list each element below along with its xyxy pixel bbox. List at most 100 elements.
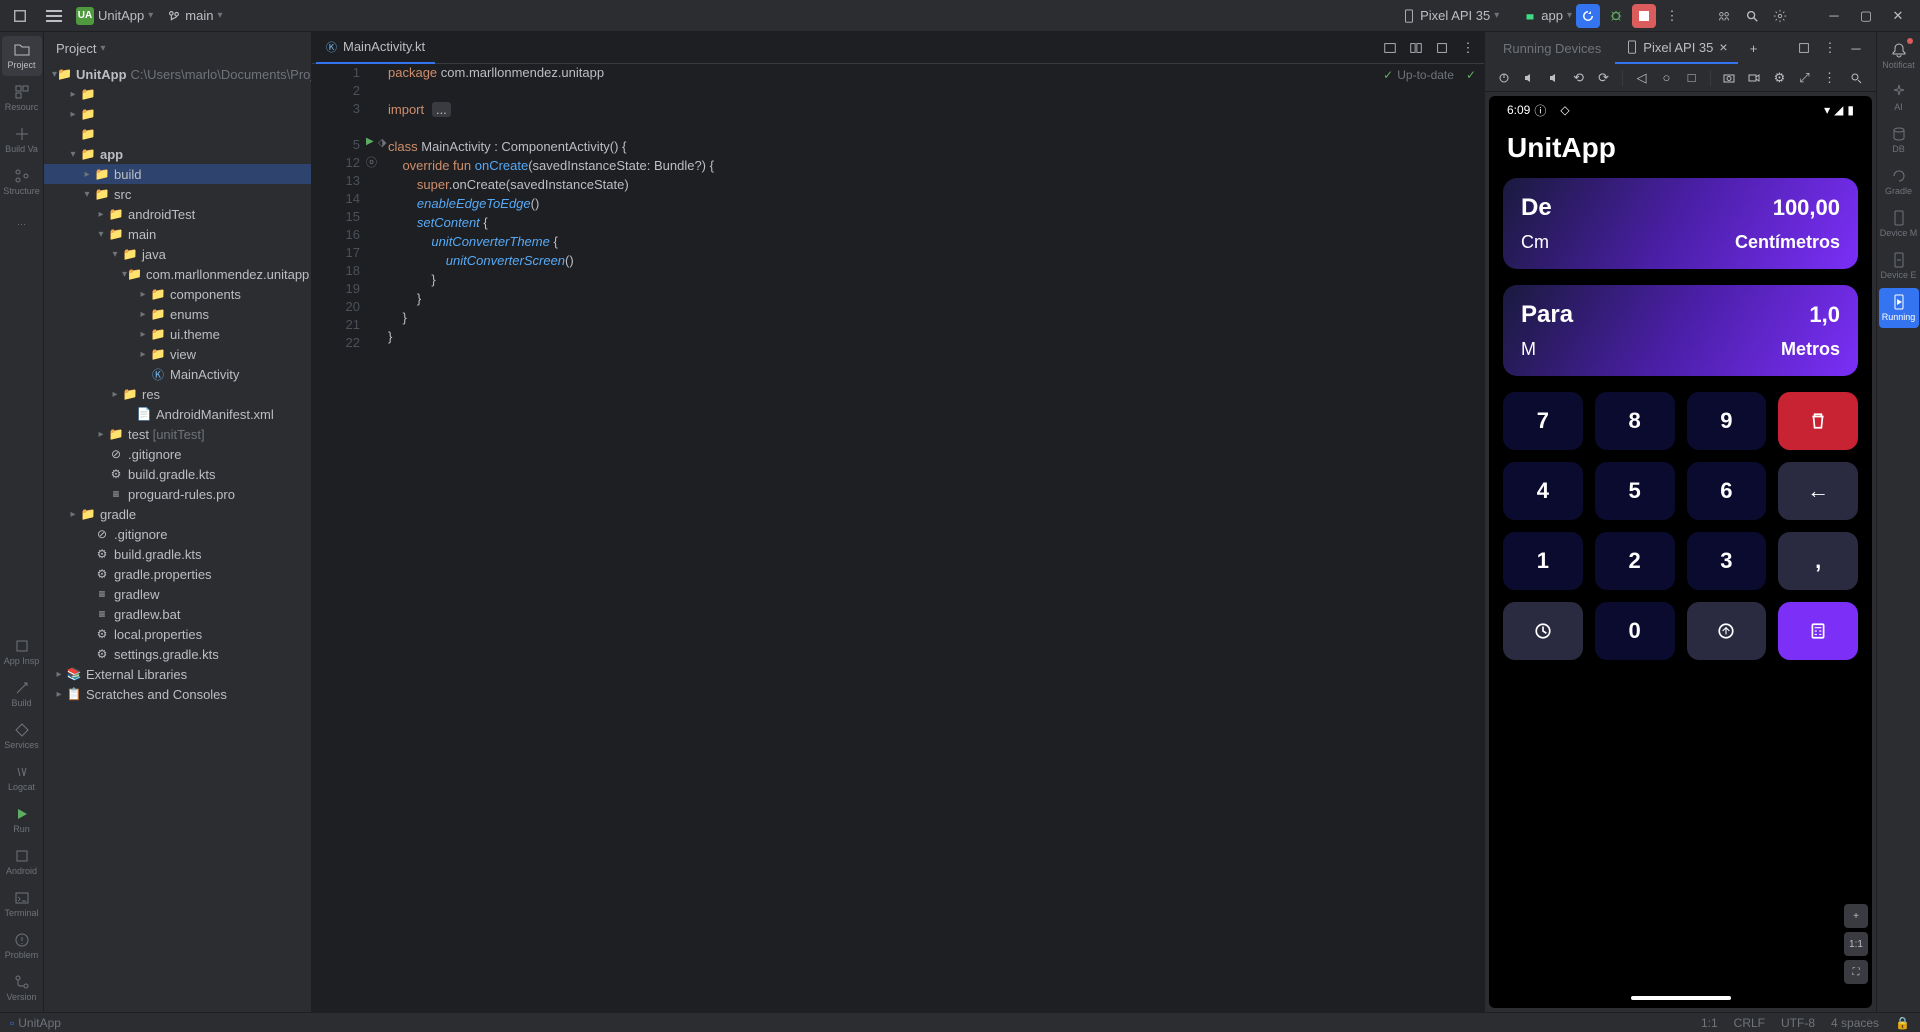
run-button[interactable]: [1576, 4, 1600, 28]
tree-item[interactable]: ⊘.gitignore: [44, 444, 311, 464]
window-mode-button[interactable]: [1792, 36, 1816, 60]
more-tools-button[interactable]: ⋯: [2, 204, 42, 244]
close-button[interactable]: ✕: [1884, 6, 1912, 26]
key-delete[interactable]: [1778, 392, 1858, 450]
zoom-in-button[interactable]: +: [1844, 904, 1868, 928]
app-inspection-button[interactable]: App Insp: [2, 632, 42, 672]
device-screen[interactable]: 6:09 ⓘ ◇ ▾ ◢ ▮ UnitApp De 100,00 Cm Cent…: [1489, 96, 1872, 1008]
screenshot-button[interactable]: [1719, 66, 1740, 90]
running-devices-button[interactable]: Running: [1879, 288, 1919, 328]
gutter-run-icon[interactable]: ▶: [366, 136, 374, 147]
device-explorer-button[interactable]: Device E: [1879, 246, 1919, 286]
code-content[interactable]: package com.marllonmendez.unitapp import…: [368, 64, 1484, 1012]
gesture-bar[interactable]: [1631, 996, 1731, 1000]
from-card[interactable]: De 100,00 Cm Centímetros: [1503, 178, 1858, 269]
tree-item[interactable]: ⚙build.gradle.kts: [44, 544, 311, 564]
tree-item[interactable]: ▸📁androidTest: [44, 204, 311, 224]
problems-button[interactable]: Problem: [2, 926, 42, 966]
key-history[interactable]: [1503, 602, 1583, 660]
record-button[interactable]: [1744, 66, 1765, 90]
tree-item-mainactivity[interactable]: ⓀMainActivity: [44, 364, 311, 384]
power-button[interactable]: [1493, 66, 1514, 90]
key-2[interactable]: 2: [1595, 532, 1675, 590]
notifications-button[interactable]: Notificat: [1879, 36, 1919, 76]
device-selector[interactable]: Pixel API 35 ▾: [1402, 8, 1499, 23]
hamburger-menu-icon[interactable]: [46, 10, 62, 22]
key-4[interactable]: 4: [1503, 462, 1583, 520]
tree-item[interactable]: ▸📁: [44, 84, 311, 104]
key-0[interactable]: 0: [1595, 602, 1675, 660]
settings-button[interactable]: [1768, 4, 1792, 28]
cursor-position[interactable]: 1:1: [1701, 1016, 1718, 1030]
key-1[interactable]: 1: [1503, 532, 1583, 590]
more-actions-button[interactable]: ⋮: [1660, 4, 1684, 28]
search-button[interactable]: [1740, 4, 1764, 28]
rotate-right-button[interactable]: ⟳: [1593, 66, 1614, 90]
ai-assistant-button[interactable]: AI: [1879, 78, 1919, 118]
key-3[interactable]: 3: [1687, 532, 1767, 590]
key-7[interactable]: 7: [1503, 392, 1583, 450]
key-comma[interactable]: ,: [1778, 532, 1858, 590]
device-search-button[interactable]: [1844, 66, 1868, 90]
zoom-11-button[interactable]: 1:1: [1844, 932, 1868, 956]
fold-button[interactable]: ⤢: [1794, 66, 1815, 90]
tree-item[interactable]: ⊘.gitignore: [44, 524, 311, 544]
tree-item[interactable]: 📁: [44, 124, 311, 144]
tree-item[interactable]: ⚙gradle.properties: [44, 564, 311, 584]
stop-button[interactable]: [1632, 4, 1656, 28]
indent-setting[interactable]: 4 spaces: [1831, 1016, 1879, 1030]
tree-item[interactable]: ▾📁src: [44, 184, 311, 204]
tree-item[interactable]: ▾📁java: [44, 244, 311, 264]
project-selector[interactable]: UA UnitApp ▾: [76, 7, 153, 25]
tree-item-build[interactable]: ▸📁build: [44, 164, 311, 184]
tree-item[interactable]: ▸📚External Libraries: [44, 664, 311, 684]
device-settings-button[interactable]: ⚙: [1769, 66, 1790, 90]
gradle-button[interactable]: Gradle: [1879, 162, 1919, 202]
to-card[interactable]: Para 1,0 M Metros: [1503, 285, 1858, 376]
volume-up-button[interactable]: [1518, 66, 1539, 90]
main-menu-icon[interactable]: [8, 4, 32, 28]
devices-more-button[interactable]: ⋮: [1818, 36, 1842, 60]
tree-item[interactable]: ▸📁components: [44, 284, 311, 304]
run-config-selector[interactable]: app ▾: [1523, 8, 1572, 23]
resource-manager-button[interactable]: Resourc: [2, 78, 42, 118]
debug-button[interactable]: [1604, 4, 1628, 28]
tree-item[interactable]: ▾📁com.marllonmendez.unitapp: [44, 264, 311, 284]
tree-item[interactable]: ▸📁view: [44, 344, 311, 364]
device-manager-button[interactable]: Device M: [1879, 204, 1919, 244]
project-tree[interactable]: ▾📁UnitAppC:\Users\marlo\Documents\Projec…: [44, 64, 311, 1012]
build-button[interactable]: Build: [2, 674, 42, 714]
minimize-panel-button[interactable]: ─: [1844, 36, 1868, 60]
device-more-button[interactable]: ⋮: [1819, 66, 1840, 90]
back-button[interactable]: ◁: [1631, 66, 1652, 90]
code-editor[interactable]: ✓ Up-to-date ✓ 123 512131415161718192021…: [312, 64, 1484, 1012]
add-device-button[interactable]: +: [1742, 36, 1766, 60]
tree-item-app[interactable]: ▾📁app: [44, 144, 311, 164]
tree-item[interactable]: ≡proguard-rules.pro: [44, 484, 311, 504]
editor-view-mode-button[interactable]: [1378, 36, 1402, 60]
tree-item[interactable]: ▸📁ui.theme: [44, 324, 311, 344]
terminal-button[interactable]: Terminal: [2, 884, 42, 924]
encoding[interactable]: UTF-8: [1781, 1016, 1815, 1030]
tree-item[interactable]: ▸📋Scratches and Consoles: [44, 684, 311, 704]
logcat-button[interactable]: Logcat: [2, 758, 42, 798]
zoom-fit-button[interactable]: ⛶: [1844, 960, 1868, 984]
readonly-toggle[interactable]: 🔒: [1895, 1016, 1910, 1030]
database-button[interactable]: DB: [1879, 120, 1919, 160]
device-tab-pixel[interactable]: Pixel API 35 ×: [1615, 32, 1737, 64]
tree-item[interactable]: ▸📁gradle: [44, 504, 311, 524]
editor-split-button[interactable]: [1404, 36, 1428, 60]
tree-item[interactable]: ▸📁res: [44, 384, 311, 404]
tree-item[interactable]: ▸📁enums: [44, 304, 311, 324]
structure-button[interactable]: Structure: [2, 162, 42, 202]
key-backspace[interactable]: ←: [1778, 462, 1858, 520]
running-devices-tab[interactable]: Running Devices: [1493, 32, 1611, 64]
key-5[interactable]: 5: [1595, 462, 1675, 520]
run-tool-button[interactable]: Run: [2, 800, 42, 840]
tree-item[interactable]: ≡gradlew: [44, 584, 311, 604]
version-control-button[interactable]: Version: [2, 968, 42, 1008]
line-ending[interactable]: CRLF: [1734, 1016, 1765, 1030]
tree-root[interactable]: ▾📁UnitAppC:\Users\marlo\Documents\Projec…: [44, 64, 311, 84]
overview-button[interactable]: □: [1681, 66, 1702, 90]
git-branch-selector[interactable]: main ▾: [167, 8, 222, 23]
